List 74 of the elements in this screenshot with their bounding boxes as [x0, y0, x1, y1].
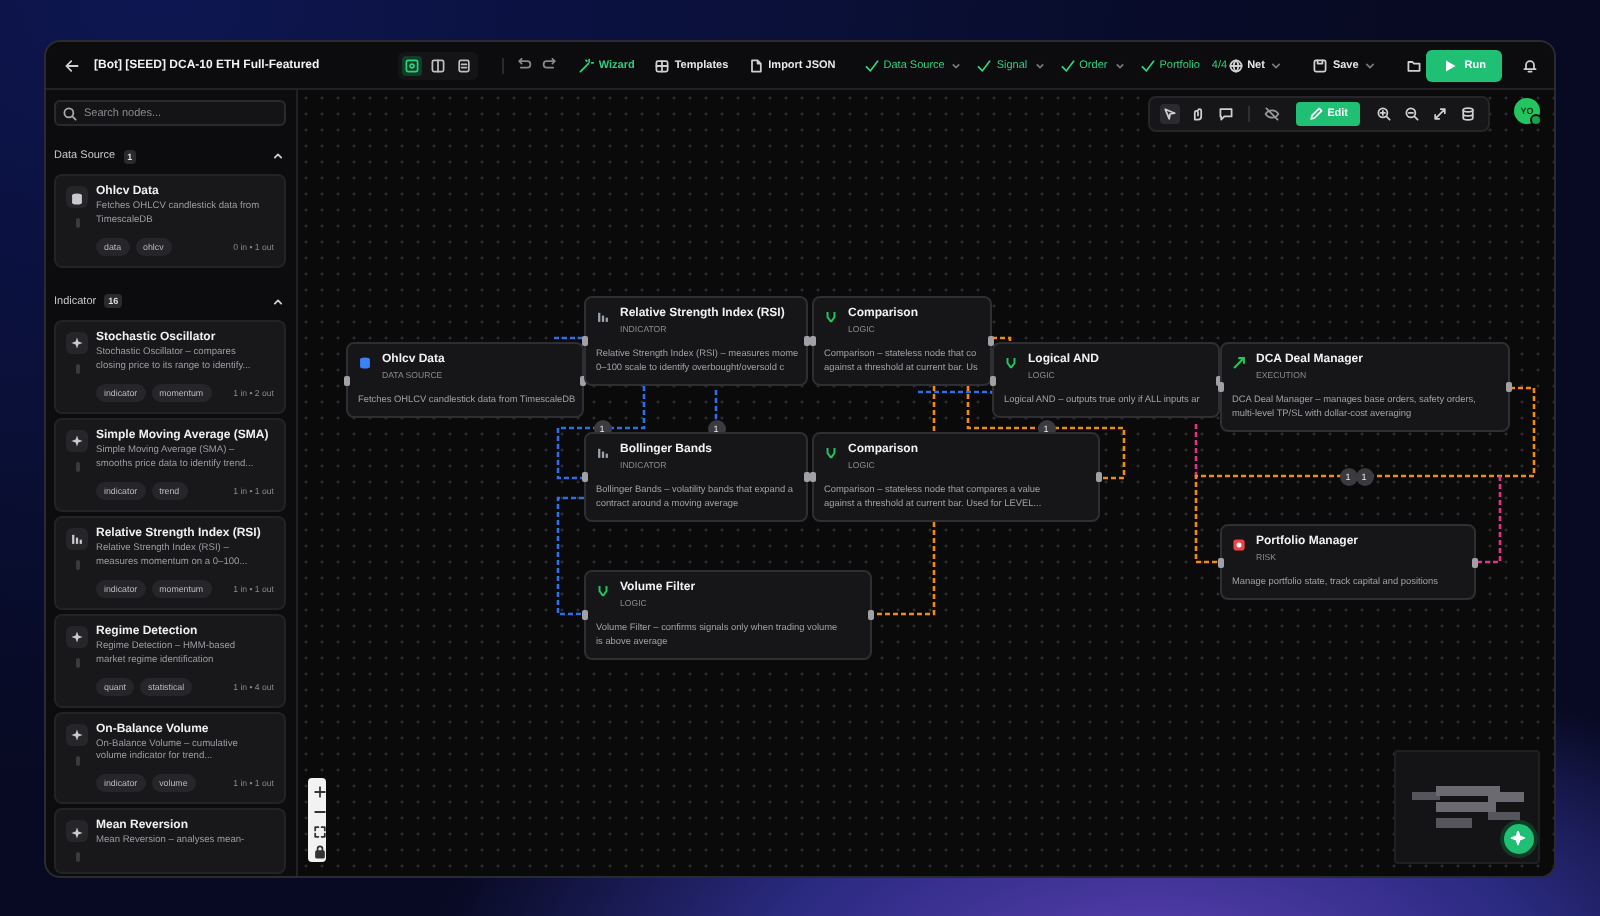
port-handle[interactable] [582, 610, 588, 621]
sparkle-icon [70, 434, 84, 449]
document-icon [456, 57, 473, 73]
folder-icon [1406, 57, 1423, 73]
fit-view-icon [311, 824, 327, 840]
search-icon [62, 106, 78, 122]
undo-icon [516, 57, 533, 73]
drag-handle[interactable] [75, 363, 79, 374]
undo-button[interactable] [516, 57, 533, 73]
zoom-out-icon [1404, 106, 1420, 122]
globe-icon [1227, 57, 1244, 73]
comment-tool[interactable] [1215, 104, 1236, 124]
port-handle[interactable] [582, 472, 588, 483]
port-handle[interactable] [1218, 557, 1224, 568]
save-icon [1312, 57, 1329, 73]
zoom-in-button[interactable] [309, 782, 325, 798]
check-icon [1139, 57, 1156, 73]
eye-off-icon [1263, 106, 1280, 122]
sparkle-icon [1510, 830, 1526, 846]
check-icon [976, 57, 993, 73]
pencil-icon [1307, 106, 1324, 122]
zoom-out-button[interactable] [1402, 104, 1422, 124]
port-handle[interactable] [582, 336, 588, 347]
redo-icon [542, 57, 559, 73]
pointer-tool[interactable] [1159, 104, 1180, 124]
back-arrow-icon [64, 57, 80, 73]
assistant-button[interactable] [1504, 824, 1534, 854]
view-mode-tab[interactable] [428, 55, 449, 75]
back-button[interactable] [64, 57, 80, 73]
grid-icon [404, 57, 421, 73]
wand-icon [578, 57, 595, 73]
drag-handle[interactable] [75, 657, 79, 668]
view-mode-tab[interactable] [402, 55, 423, 75]
port-handle[interactable] [1096, 472, 1102, 483]
zoom-in-button[interactable] [1374, 104, 1394, 124]
lock-button[interactable] [309, 842, 325, 858]
view-mode-tab[interactable] [454, 55, 475, 75]
drag-handle[interactable] [75, 218, 79, 228]
port-handle[interactable] [1506, 382, 1512, 393]
bar-chart-icon [70, 532, 84, 547]
lock-icon [311, 844, 327, 860]
port-handle[interactable] [988, 336, 994, 347]
check-icon [1059, 57, 1076, 73]
expand-icon [1432, 106, 1448, 122]
collapse-toggle[interactable] [270, 148, 286, 164]
zoom-in-icon [1376, 106, 1392, 122]
sparkle-icon [70, 728, 84, 743]
check-icon [863, 57, 880, 73]
drag-handle[interactable] [75, 852, 79, 863]
plus-icon [311, 784, 327, 800]
chevron-up-icon [270, 148, 286, 164]
play-icon [1442, 57, 1459, 73]
fullscreen-button[interactable] [1430, 104, 1450, 124]
bell-icon [1522, 57, 1538, 73]
drag-handle[interactable] [75, 559, 79, 570]
port-handle[interactable] [344, 375, 350, 386]
sparkle-icon [70, 336, 84, 351]
minimap[interactable] [1394, 750, 1540, 864]
comment-icon [1217, 106, 1234, 122]
notification-button[interactable] [1522, 57, 1538, 73]
redo-button[interactable] [542, 57, 559, 73]
folder-button[interactable] [1406, 57, 1423, 73]
port-handle[interactable] [1472, 557, 1478, 568]
drag-handle[interactable] [75, 755, 79, 766]
fit-view-button[interactable] [309, 822, 325, 838]
cursor-icon [1161, 106, 1178, 122]
drag-handle[interactable] [75, 461, 79, 472]
hide-button[interactable] [1261, 104, 1282, 124]
port-handle[interactable] [868, 610, 874, 621]
split-view-icon [430, 57, 447, 73]
sparkle-icon [70, 825, 84, 840]
file-icon [748, 57, 765, 73]
port-handle[interactable] [990, 375, 996, 386]
sparkle-icon [70, 630, 84, 645]
